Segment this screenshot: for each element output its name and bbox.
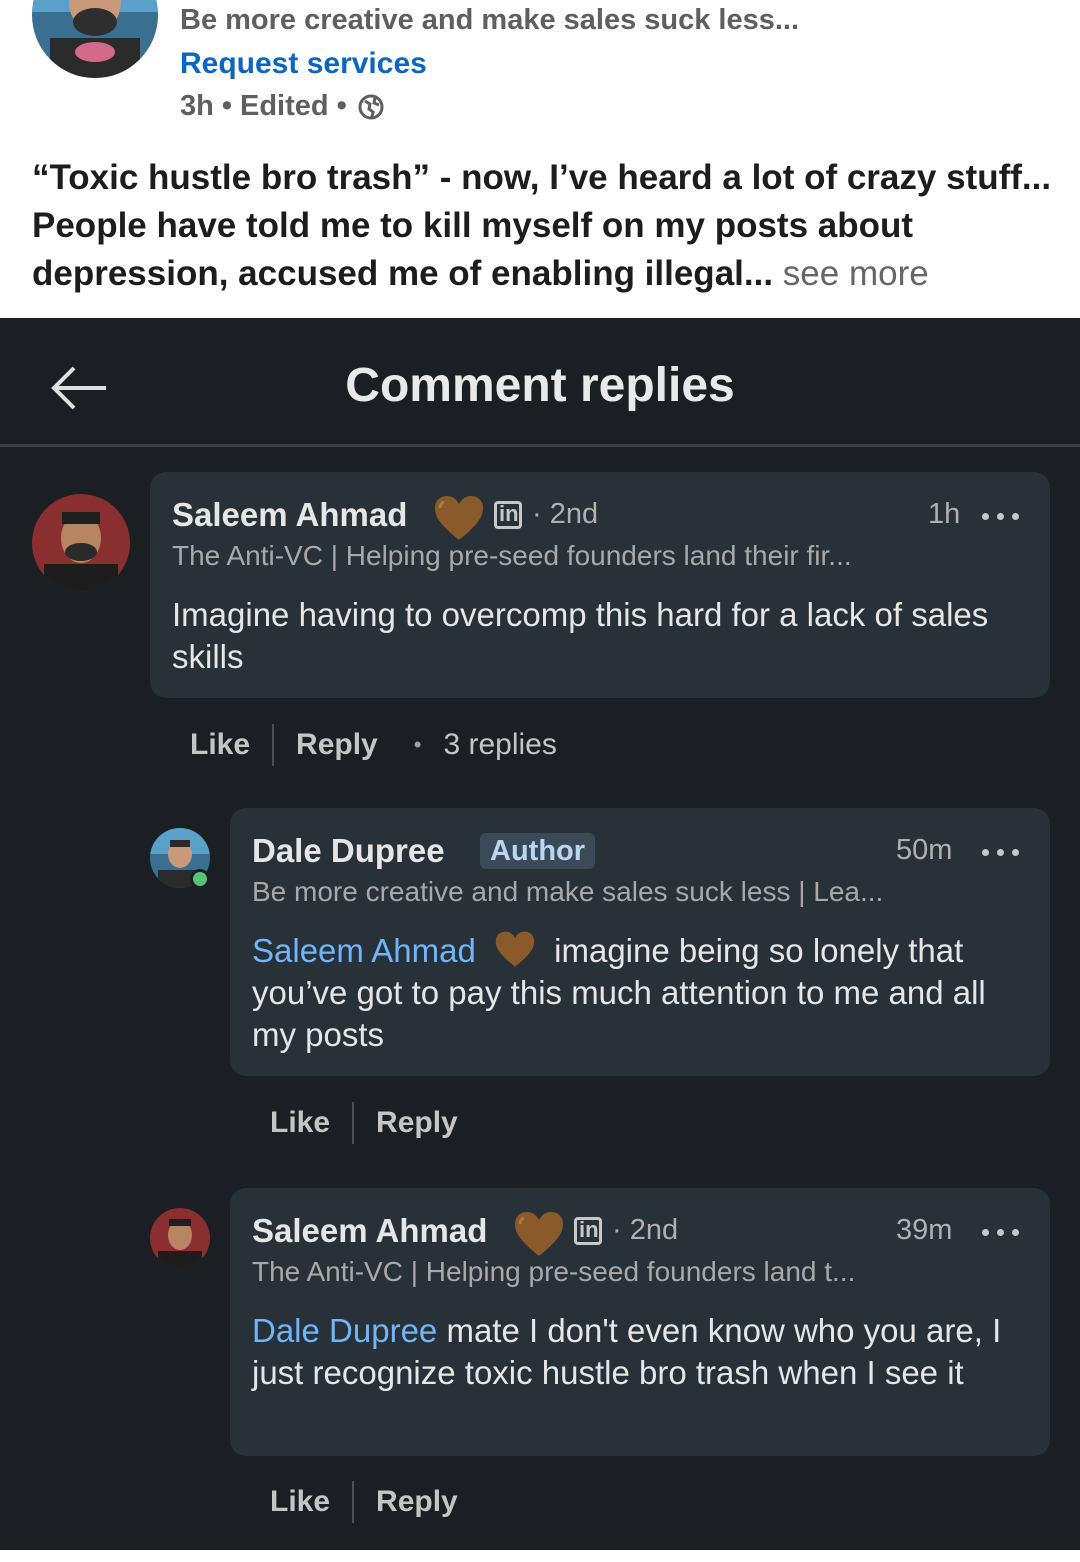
- like-button[interactable]: Like: [190, 728, 250, 762]
- connection-degree: · 2nd: [532, 498, 599, 530]
- see-more-link[interactable]: see more: [783, 254, 929, 293]
- more-options-icon[interactable]: [982, 510, 1022, 522]
- brown-heart-icon: [435, 496, 483, 540]
- comment-text: Imagine having to overcomp this hard for…: [172, 596, 989, 675]
- avatar[interactable]: [32, 494, 130, 592]
- commenter-headline: The Anti-VC | Helping pre-seed founders …: [252, 1256, 856, 1287]
- post-author-headline: Be more creative and make sales suck les…: [180, 4, 800, 36]
- comment-time: 39m: [896, 1214, 953, 1246]
- commenter-headline: Be more creative and make sales suck les…: [252, 876, 884, 907]
- linkedin-icon: in: [494, 501, 522, 529]
- meta-separator: •: [221, 90, 232, 122]
- request-services-link[interactable]: Request services: [180, 47, 427, 81]
- comment-text: Dale Dupree mate I don't even know who y…: [252, 1310, 1032, 1394]
- panel-title: Comment replies: [345, 359, 735, 412]
- author-badge-label: Author: [480, 833, 596, 869]
- online-status-indicator: [190, 869, 210, 889]
- mention-link[interactable]: Dale Dupree: [252, 1312, 437, 1349]
- post-meta: 3h • Edited •: [180, 90, 385, 123]
- commenter-name[interactable]: Dale Dupree: [252, 832, 445, 870]
- commenter-name[interactable]: Saleem Ahmad: [172, 496, 407, 534]
- author-badge: Author: [480, 833, 596, 869]
- post-edited: Edited: [240, 90, 329, 122]
- mention-link[interactable]: Saleem Ahmad: [252, 932, 476, 969]
- bottom-edge: [0, 1550, 1080, 1562]
- comment-actions: Like Reply: [270, 1481, 458, 1523]
- replies-count-link[interactable]: 3 replies: [443, 728, 556, 762]
- comment-text: Saleem Ahmad imagine being so lonely tha…: [252, 930, 1032, 1056]
- comment-time: 1h: [928, 498, 961, 530]
- like-button[interactable]: Like: [270, 1485, 330, 1519]
- post-body: “Toxic hustle bro trash” - now, I’ve hea…: [32, 154, 1062, 298]
- more-options-icon[interactable]: [982, 1226, 1022, 1238]
- brown-heart-icon: [495, 931, 535, 967]
- action-divider: [352, 1481, 355, 1523]
- comment-replies-panel: Comment replies Saleem Ahmad in · 2nd 1h…: [0, 318, 1080, 1550]
- post-author-avatar[interactable]: [32, 0, 158, 78]
- panel-header: Comment replies: [0, 318, 1080, 448]
- like-button[interactable]: Like: [270, 1106, 330, 1140]
- post-time: 3h: [180, 90, 214, 122]
- reply-button[interactable]: Reply: [376, 1485, 458, 1519]
- avatar[interactable]: [150, 1208, 210, 1268]
- post-header: Be more creative and make sales suck les…: [0, 0, 1080, 318]
- comment-time: 50m: [896, 834, 953, 866]
- globe-icon: [358, 94, 384, 119]
- reply-button[interactable]: Reply: [376, 1106, 458, 1140]
- connection-degree: · 2nd: [612, 1214, 679, 1246]
- action-divider: [272, 724, 275, 766]
- linkedin-icon: in: [574, 1217, 602, 1245]
- more-options-icon[interactable]: [982, 846, 1022, 858]
- meta-separator: •: [336, 90, 347, 122]
- commenter-headline: The Anti-VC | Helping pre-seed founders …: [172, 540, 852, 571]
- bullet-separator: •: [413, 732, 422, 757]
- action-divider: [352, 1102, 355, 1144]
- commenter-name[interactable]: Saleem Ahmad: [252, 1212, 487, 1250]
- brown-heart-icon: [515, 1212, 563, 1256]
- comment-actions: Like Reply • 3 replies: [190, 724, 557, 766]
- comment-actions: Like Reply: [270, 1102, 458, 1144]
- header-divider: [0, 444, 1080, 447]
- reply-button[interactable]: Reply: [296, 728, 378, 762]
